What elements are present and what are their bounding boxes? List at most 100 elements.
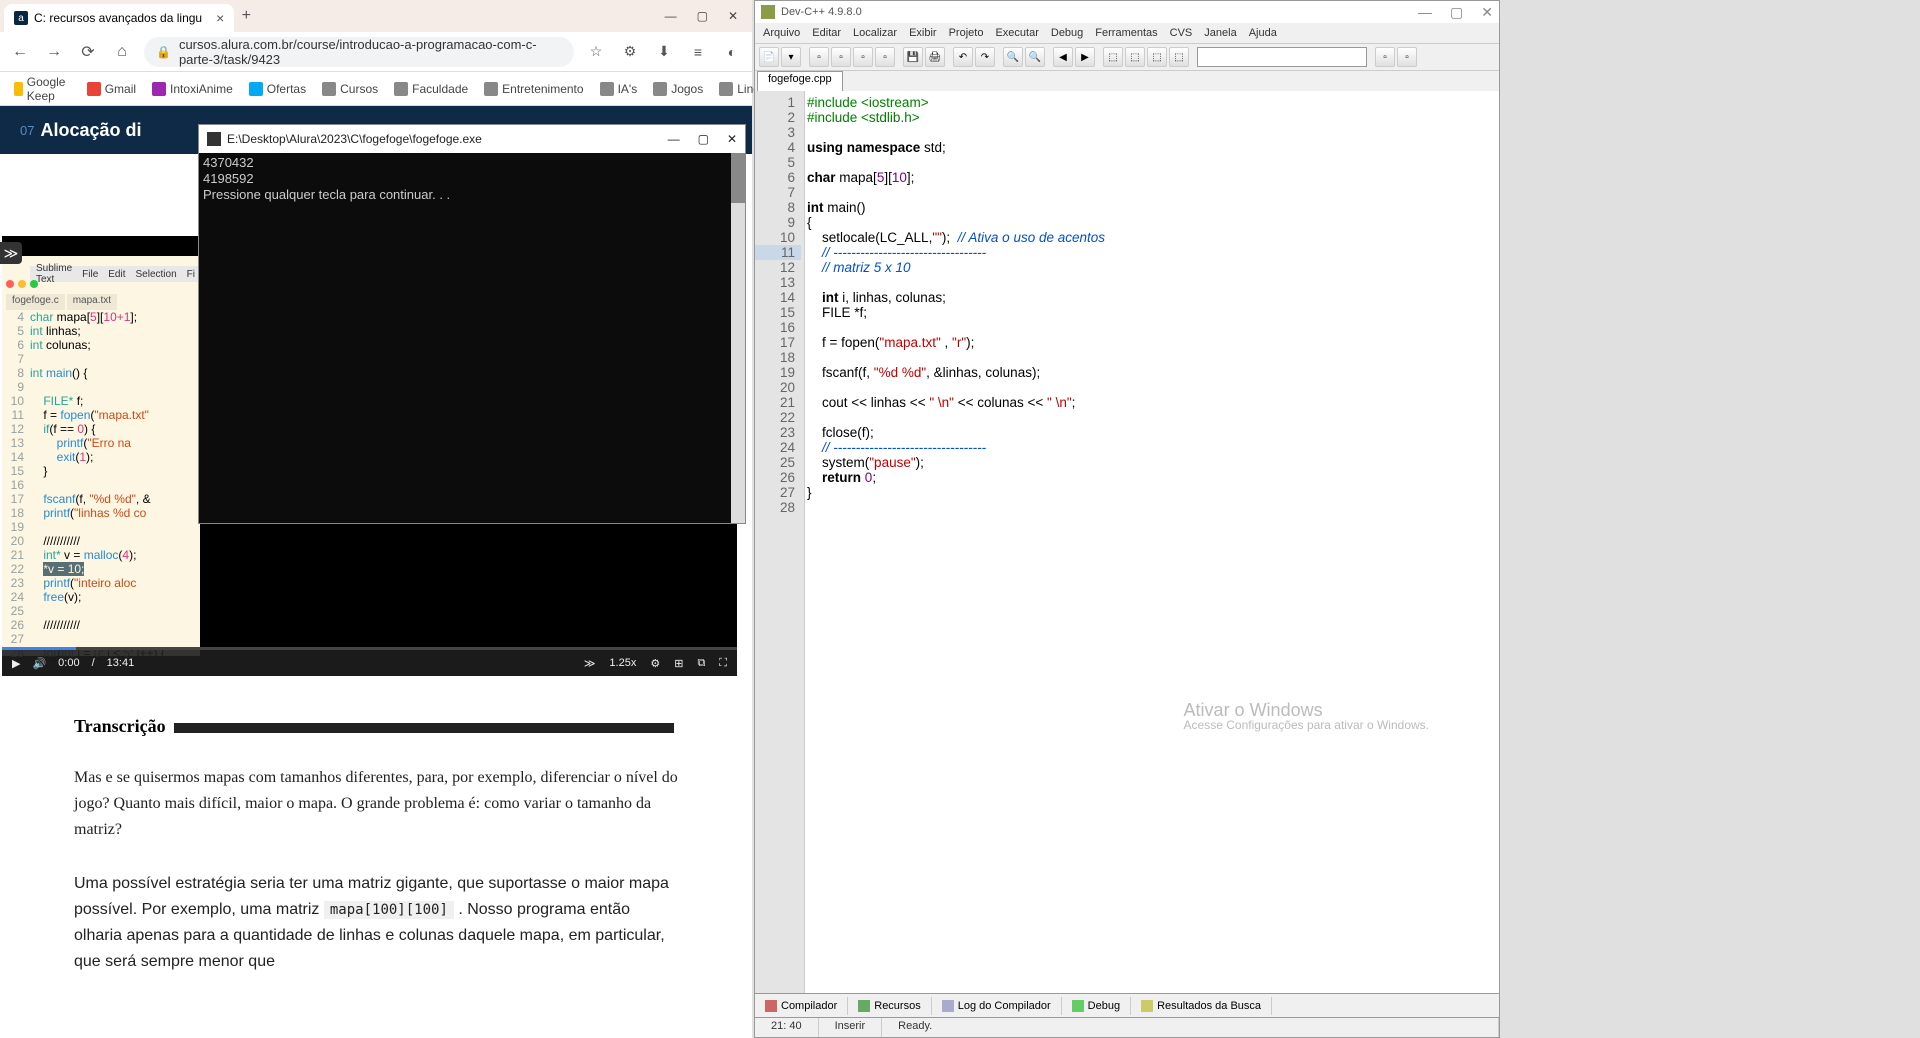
toolbar-button[interactable]: ▫ <box>875 47 895 67</box>
maximize-icon[interactable]: ▢ <box>697 9 708 23</box>
debug-icon <box>1072 1000 1084 1012</box>
tab-title: C: recursos avançados da lingu <box>34 11 202 25</box>
fullscreen-icon[interactable]: ⛶ <box>719 657 727 670</box>
skip-icon[interactable]: ≫ <box>584 657 596 670</box>
status-ready: Ready. <box>882 1018 1499 1037</box>
console-titlebar[interactable]: E:\Desktop\Alura\2023\C\fogefoge\fogefog… <box>199 125 745 153</box>
star-icon[interactable]: ☆ <box>584 40 608 64</box>
toolbar-button[interactable]: 🖨 <box>925 47 945 67</box>
code-area[interactable]: 1#include <iostream>2#include <stdlib.h>… <box>755 95 1499 515</box>
search-results-icon <box>1141 1000 1153 1012</box>
menu-item[interactable]: Ajuda <box>1249 27 1277 39</box>
bookmark-item[interactable]: Google Keep <box>8 71 77 107</box>
forward-button[interactable]: → <box>42 40 66 64</box>
menu-icon[interactable]: ≡ <box>686 40 710 64</box>
address-bar[interactable]: 🔒 cursos.alura.com.br/course/introducao-… <box>144 37 574 67</box>
menu-item[interactable]: Janela <box>1204 27 1236 39</box>
back-button[interactable]: ← <box>8 40 32 64</box>
menu-item[interactable]: Ferramentas <box>1095 27 1157 39</box>
settings-icon[interactable]: ⚙ <box>650 657 660 670</box>
toolbar-button[interactable]: ▫ <box>1375 47 1395 67</box>
bottom-tab[interactable]: Debug <box>1062 997 1131 1015</box>
toolbar-button[interactable]: ⬚ <box>1147 47 1167 67</box>
bookmark-folder[interactable]: IA's <box>594 78 644 100</box>
bottom-tab[interactable]: Log do Compilador <box>932 997 1062 1015</box>
bottom-tab[interactable]: Recursos <box>848 997 931 1015</box>
reload-button[interactable]: ⟳ <box>76 40 100 64</box>
minimize-icon[interactable]: — <box>1418 4 1432 21</box>
volume-icon[interactable]: 🔊 <box>32 657 46 670</box>
menu-item[interactable]: Localizar <box>853 27 897 39</box>
bookmark-folder[interactable]: Faculdade <box>388 78 474 100</box>
toolbar-button[interactable]: ↶ <box>953 47 973 67</box>
toolbar-button[interactable]: ▫ <box>853 47 873 67</box>
toolbar-button[interactable]: ▫ <box>809 47 829 67</box>
toolbar-button[interactable]: ▾ <box>781 47 801 67</box>
menu-item[interactable]: CVS <box>1170 27 1193 39</box>
bookmark-item[interactable]: Gmail <box>81 78 142 100</box>
minimize-icon[interactable]: — <box>668 132 680 146</box>
extensions-icon[interactable]: ⚙ <box>618 40 642 64</box>
window-controls: — ▢ ✕ <box>665 9 748 23</box>
scrollbar[interactable] <box>731 153 745 523</box>
home-button[interactable]: ⌂ <box>110 40 134 64</box>
menu-item[interactable]: Arquivo <box>763 27 800 39</box>
toolbar-button[interactable]: ⬚ <box>1169 47 1189 67</box>
captions-icon[interactable]: ⊞ <box>674 657 683 670</box>
maximize-icon[interactable]: ▢ <box>1450 4 1463 21</box>
menu-item[interactable]: Exibir <box>909 27 937 39</box>
folder-icon <box>394 82 408 96</box>
toolbar-button[interactable]: ▫ <box>831 47 851 67</box>
toolbar-button[interactable]: 📄 <box>759 47 779 67</box>
menu-item[interactable]: Projeto <box>949 27 984 39</box>
sublime-tab[interactable]: mapa.txt <box>67 294 117 310</box>
bookmark-folder[interactable]: Cursos <box>316 78 384 100</box>
keep-icon <box>14 82 23 96</box>
play-icon[interactable]: ▶ <box>12 657 20 670</box>
bookmark-item[interactable]: IntoxiAnime <box>146 78 239 100</box>
toolbar-button[interactable]: 💾 <box>903 47 923 67</box>
toolbar-button[interactable]: ◀ <box>1053 47 1073 67</box>
menu-item[interactable]: Executar <box>995 27 1038 39</box>
close-icon[interactable]: ✕ <box>727 132 737 146</box>
toolbar-button[interactable]: 🔍 <box>1003 47 1023 67</box>
toolbar-combo[interactable] <box>1197 47 1367 67</box>
tab-close-icon[interactable]: × <box>216 10 224 26</box>
status-mode: Inserir <box>819 1018 883 1037</box>
toolbar-button[interactable]: ⬚ <box>1125 47 1145 67</box>
sidebar-toggle-icon[interactable]: ≫ <box>0 242 22 264</box>
devcpp-editor[interactable]: 1#include <iostream>2#include <stdlib.h>… <box>755 91 1499 993</box>
bottom-tab[interactable]: Compilador <box>755 997 848 1015</box>
speed-label[interactable]: 1.25x <box>609 657 636 669</box>
time-total: 13:41 <box>107 657 135 669</box>
profile-icon[interactable]: ◐ <box>720 40 744 64</box>
toolbar-button[interactable]: 🔍 <box>1025 47 1045 67</box>
toolbar-button[interactable]: ↷ <box>975 47 995 67</box>
devcpp-file-tabs: fogefoge.cpp <box>755 71 1499 91</box>
toolbar-button[interactable]: ⬚ <box>1103 47 1123 67</box>
menu-item[interactable]: Editar <box>812 27 841 39</box>
bookmark-item[interactable]: Ofertas <box>243 78 312 100</box>
browser-tab[interactable]: a C: recursos avançados da lingu × <box>4 4 234 32</box>
offers-icon <box>249 82 263 96</box>
bookmark-folder[interactable]: Entretenimento <box>478 78 589 100</box>
pip-icon[interactable]: ⧉ <box>697 657 705 670</box>
toolbar-button[interactable]: ▶ <box>1075 47 1095 67</box>
bookmark-folder[interactable]: Jogos <box>647 78 709 100</box>
close-icon[interactable]: ✕ <box>728 9 738 23</box>
minimize-icon[interactable]: — <box>665 9 677 23</box>
bottom-tab[interactable]: Resultados da Busca <box>1131 997 1272 1015</box>
time-current: 0:00 <box>58 657 79 669</box>
favicon-icon: a <box>14 11 28 25</box>
close-icon[interactable]: ✕ <box>1481 4 1493 21</box>
menu-item[interactable]: Debug <box>1051 27 1083 39</box>
sublime-tab[interactable]: fogefoge.c <box>6 294 65 310</box>
console-output[interactable]: 4370432 4198592 Pressione qualquer tecla… <box>199 153 745 523</box>
devcpp-titlebar[interactable]: Dev-C++ 4.9.8.0 — ▢ ✕ <box>755 1 1499 23</box>
download-icon[interactable]: ⬇ <box>652 40 676 64</box>
lesson-number: 07 <box>20 123 34 138</box>
new-tab-button[interactable]: + <box>234 7 258 25</box>
file-tab[interactable]: fogefoge.cpp <box>757 71 843 91</box>
maximize-icon[interactable]: ▢ <box>698 132 709 146</box>
toolbar-button[interactable]: ▫ <box>1397 47 1417 67</box>
